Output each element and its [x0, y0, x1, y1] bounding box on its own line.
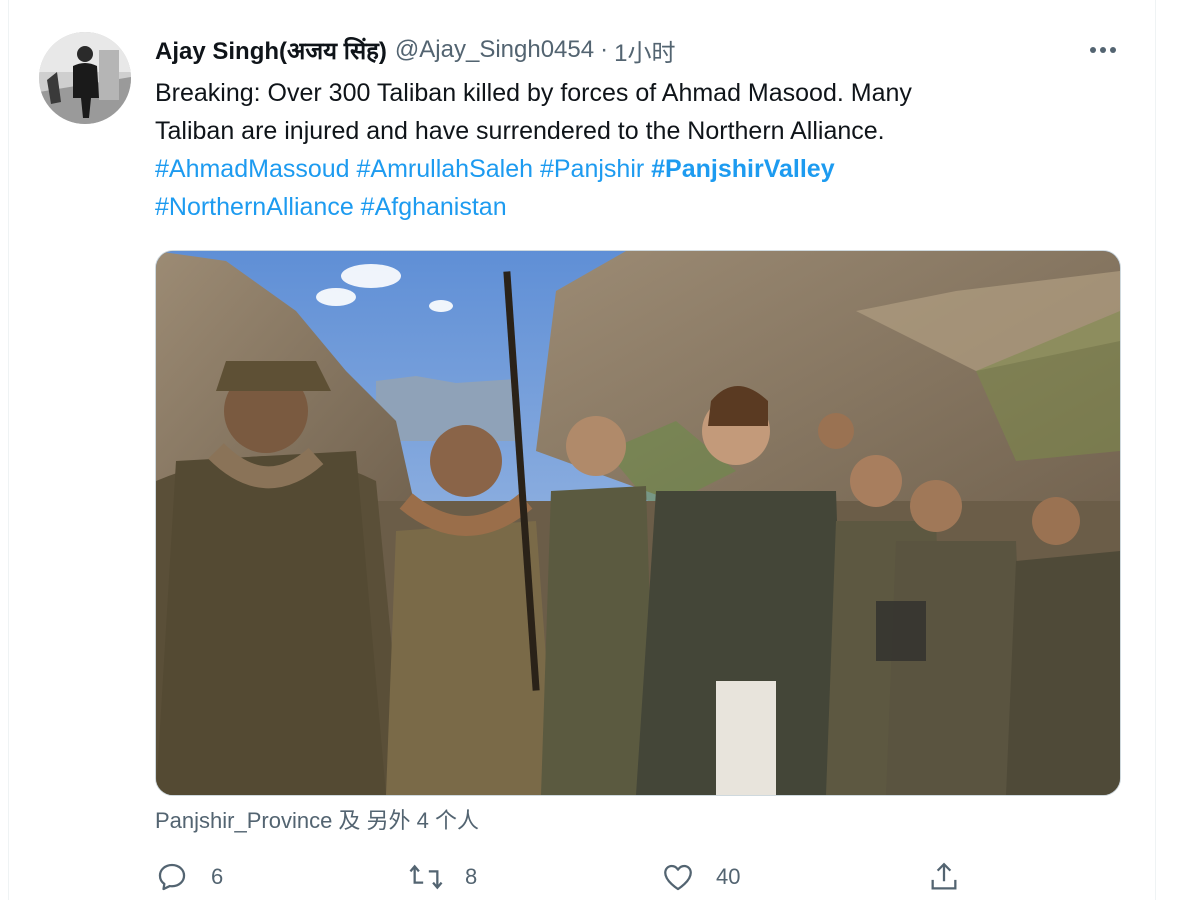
- hashtag-link[interactable]: #Afghanistan: [361, 193, 507, 221]
- hashtag-link[interactable]: #PanjshirValley: [651, 155, 834, 183]
- hashtag-line: #NorthernAlliance #Afghanistan: [155, 188, 1085, 226]
- share-icon: [931, 862, 957, 890]
- hashtag-link[interactable]: #AmrullahSaleh: [357, 155, 534, 183]
- tweet-text-line: Breaking: Over 300 Taliban killed by for…: [155, 79, 912, 107]
- more-horizontal-icon: [1090, 47, 1116, 53]
- retweet-button[interactable]: 8: [407, 855, 477, 899]
- retweet-count: 8: [465, 864, 478, 889]
- reply-button[interactable]: 6: [155, 855, 223, 899]
- tweet-text-line: Taliban are injured and have surrendered…: [155, 117, 885, 145]
- like-count: 40: [716, 864, 741, 889]
- hashtag-link[interactable]: #Panjshir: [540, 155, 644, 183]
- share-button[interactable]: [927, 855, 961, 899]
- separator-dot: ·: [600, 36, 609, 63]
- hashtag-link[interactable]: #NorthernAlliance: [155, 193, 354, 221]
- tagged-people-link[interactable]: Panjshir_Province 及 另外 4 个人: [155, 803, 479, 835]
- tweet-text: Breaking: Over 300 Taliban killed by for…: [155, 74, 1085, 226]
- avatar[interactable]: [39, 32, 131, 124]
- author-name[interactable]: Ajay Singh(अजय सिंह): [155, 34, 387, 67]
- tweet-header: Ajay Singh(अजय सिंह) @Ajay_Singh0454 · 1…: [155, 33, 675, 68]
- action-bar: 6 8 40: [155, 855, 975, 899]
- tweet-photo[interactable]: [155, 250, 1121, 796]
- author-handle[interactable]: @Ajay_Singh0454: [395, 36, 594, 64]
- hashtag-line: #AhmadMassoud #AmrullahSaleh #Panjshir #…: [155, 150, 1085, 188]
- tweet-time[interactable]: 1小时: [614, 33, 675, 68]
- reply-icon: [158, 863, 186, 891]
- more-options-button[interactable]: [1086, 36, 1120, 64]
- retweet-icon: [409, 864, 443, 890]
- heart-icon: [664, 864, 692, 891]
- like-button[interactable]: 40: [660, 855, 740, 899]
- reply-count: 6: [211, 864, 224, 889]
- hashtag-link[interactable]: #AhmadMassoud: [155, 155, 350, 183]
